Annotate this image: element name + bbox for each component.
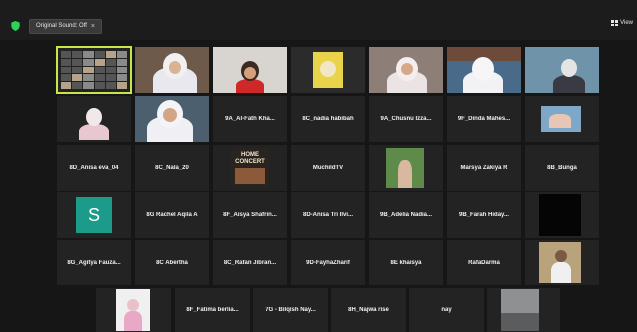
participant-name: 9A_Al-Fath Kha... (225, 116, 275, 122)
profile-picture (386, 148, 424, 188)
video-tile-participant[interactable]: 8D_Anisa eva_04 (57, 145, 131, 191)
video-tile-participant[interactable]: 8B_Bunga (525, 145, 599, 191)
close-icon[interactable]: × (91, 20, 95, 33)
participant-video (369, 47, 443, 93)
security-shield-icon (11, 21, 20, 31)
participant-name: 9A_Chusnu Izza... (380, 116, 432, 122)
participant-name: 8G_Agitya Fauza... (67, 259, 121, 266)
participant-name: 9D-FayhaZharif (306, 259, 350, 266)
video-tile-participant[interactable]: 8G_Agitya Fauza... (57, 240, 131, 285)
video-tile-participant[interactable]: HOME CONCERT (213, 145, 287, 191)
home-concert-poster: HOME CONCERT (231, 148, 269, 188)
video-tile-screen-share[interactable] (56, 46, 132, 94)
view-button[interactable]: View (611, 20, 633, 26)
participant-name: 8F_Fatima berlia... (186, 307, 239, 313)
video-tile-participant[interactable]: nay (409, 288, 484, 332)
video-tile-participant[interactable]: 8C_nadia habibah (291, 96, 365, 142)
meeting-topbar: Original Sound: Off × View (0, 0, 637, 40)
video-tile-participant[interactable] (57, 96, 131, 142)
participant-name: 8E khaisya (390, 259, 422, 266)
video-tile-participant[interactable]: 8G Rachel Aqila A (135, 192, 209, 238)
participant-name: 9B_Adelia Nadia... (379, 212, 433, 218)
video-tile-participant[interactable]: 9B_Adelia Nadia... (369, 192, 443, 238)
video-tile-participant[interactable]: 9D-FayhaZharif (291, 240, 365, 285)
participant-name: nay (441, 307, 452, 313)
video-tile-participant[interactable] (369, 145, 443, 191)
participant-name: 7G - Bilqish Nay... (265, 307, 316, 313)
video-tile-participant[interactable]: S (57, 192, 131, 238)
participant-video (291, 47, 365, 93)
participant-name: 9B_Farah Hiday... (459, 212, 509, 218)
video-tile-participant[interactable] (135, 96, 209, 142)
participant-video (57, 96, 131, 142)
video-tile-participant[interactable]: 8F_Fatima berlia... (175, 288, 250, 332)
video-tile-participant[interactable]: MuchildTV (291, 145, 365, 191)
video-tile-participant[interactable]: 8D-Anisa Tri Ilvi... (291, 192, 365, 238)
video-tile-participant[interactable]: 8C_Nala_20 (135, 145, 209, 191)
participant-video (525, 47, 599, 93)
participant-video (135, 96, 209, 142)
participant-name: RafaDarma (468, 259, 500, 266)
participant-name: 8B_Bunga (547, 165, 577, 171)
video-tile-participant[interactable]: 9A_Al-Fath Kha... (213, 96, 287, 142)
participant-name: 8F_Aisya Shafrin... (223, 212, 277, 218)
video-tile-participant[interactable]: 8H_Najwa rise (331, 288, 406, 332)
original-sound-label: Original Sound: Off (36, 23, 87, 29)
participant-name: 8C Abertha (156, 259, 188, 266)
participant-name: MuchildTV (312, 165, 344, 171)
participant-name: 8D-Anisa Tri Ilvi... (302, 212, 353, 218)
shared-gallery-thumbnail (61, 51, 127, 89)
video-tile-participant[interactable]: 8E khaisya (369, 240, 443, 285)
participant-name: 8C_Rafan Jibran... (223, 259, 277, 266)
video-tile-participant[interactable]: RafaDarma (447, 240, 521, 285)
profile-picture (539, 194, 581, 236)
view-label: View (620, 20, 633, 26)
video-tile-participant[interactable]: 9A_Chusnu Izza... (369, 96, 443, 142)
video-tile-participant[interactable]: 9B_Farah Hiday... (447, 192, 521, 238)
profile-picture (501, 289, 539, 331)
video-tile-participant[interactable] (447, 47, 521, 93)
participant-video (213, 47, 287, 93)
video-tile-participant[interactable] (369, 47, 443, 93)
video-tile-participant[interactable]: Marsya Zakiya R (447, 145, 521, 191)
participant-video (135, 47, 209, 93)
participant-name: Marsya Zakiya R (460, 165, 508, 171)
profile-picture (541, 106, 581, 132)
video-tile-participant[interactable] (96, 288, 171, 332)
video-tile-participant[interactable]: 8F_Aisya Shafrin... (213, 192, 287, 238)
video-tile-participant[interactable]: 7G - Bilqish Nay... (253, 288, 328, 332)
profile-picture (116, 289, 150, 331)
avatar: S (76, 197, 112, 233)
video-tile-participant[interactable] (487, 288, 560, 332)
participant-name: 8C_Nala_20 (155, 165, 189, 171)
video-tile-participant[interactable] (525, 96, 599, 142)
video-tile-participant[interactable] (525, 47, 599, 93)
video-tile-participant[interactable] (525, 192, 599, 238)
grid-view-icon (611, 20, 619, 26)
video-tile-participant[interactable] (135, 47, 209, 93)
video-tile-participant[interactable] (525, 240, 599, 285)
participant-name: 8G Rachel Aqila A (146, 212, 198, 218)
participant-name: 8D_Anisa eva_04 (69, 165, 119, 171)
participant-name: 8H_Najwa rise (348, 307, 389, 313)
video-tile-participant[interactable] (291, 47, 365, 93)
participant-video (447, 47, 521, 93)
original-sound-button[interactable]: Original Sound: Off × (29, 19, 103, 34)
participant-name: 9F_Dinda Mahes... (457, 116, 511, 122)
participant-name: 8C_nadia habibah (302, 116, 354, 122)
video-tile-participant[interactable] (213, 47, 287, 93)
video-tile-participant[interactable]: 8C_Rafan Jibran... (213, 240, 287, 285)
video-tile-participant[interactable]: 9F_Dinda Mahes... (447, 96, 521, 142)
video-tile-participant[interactable]: 8C Abertha (135, 240, 209, 285)
profile-picture (539, 242, 581, 283)
